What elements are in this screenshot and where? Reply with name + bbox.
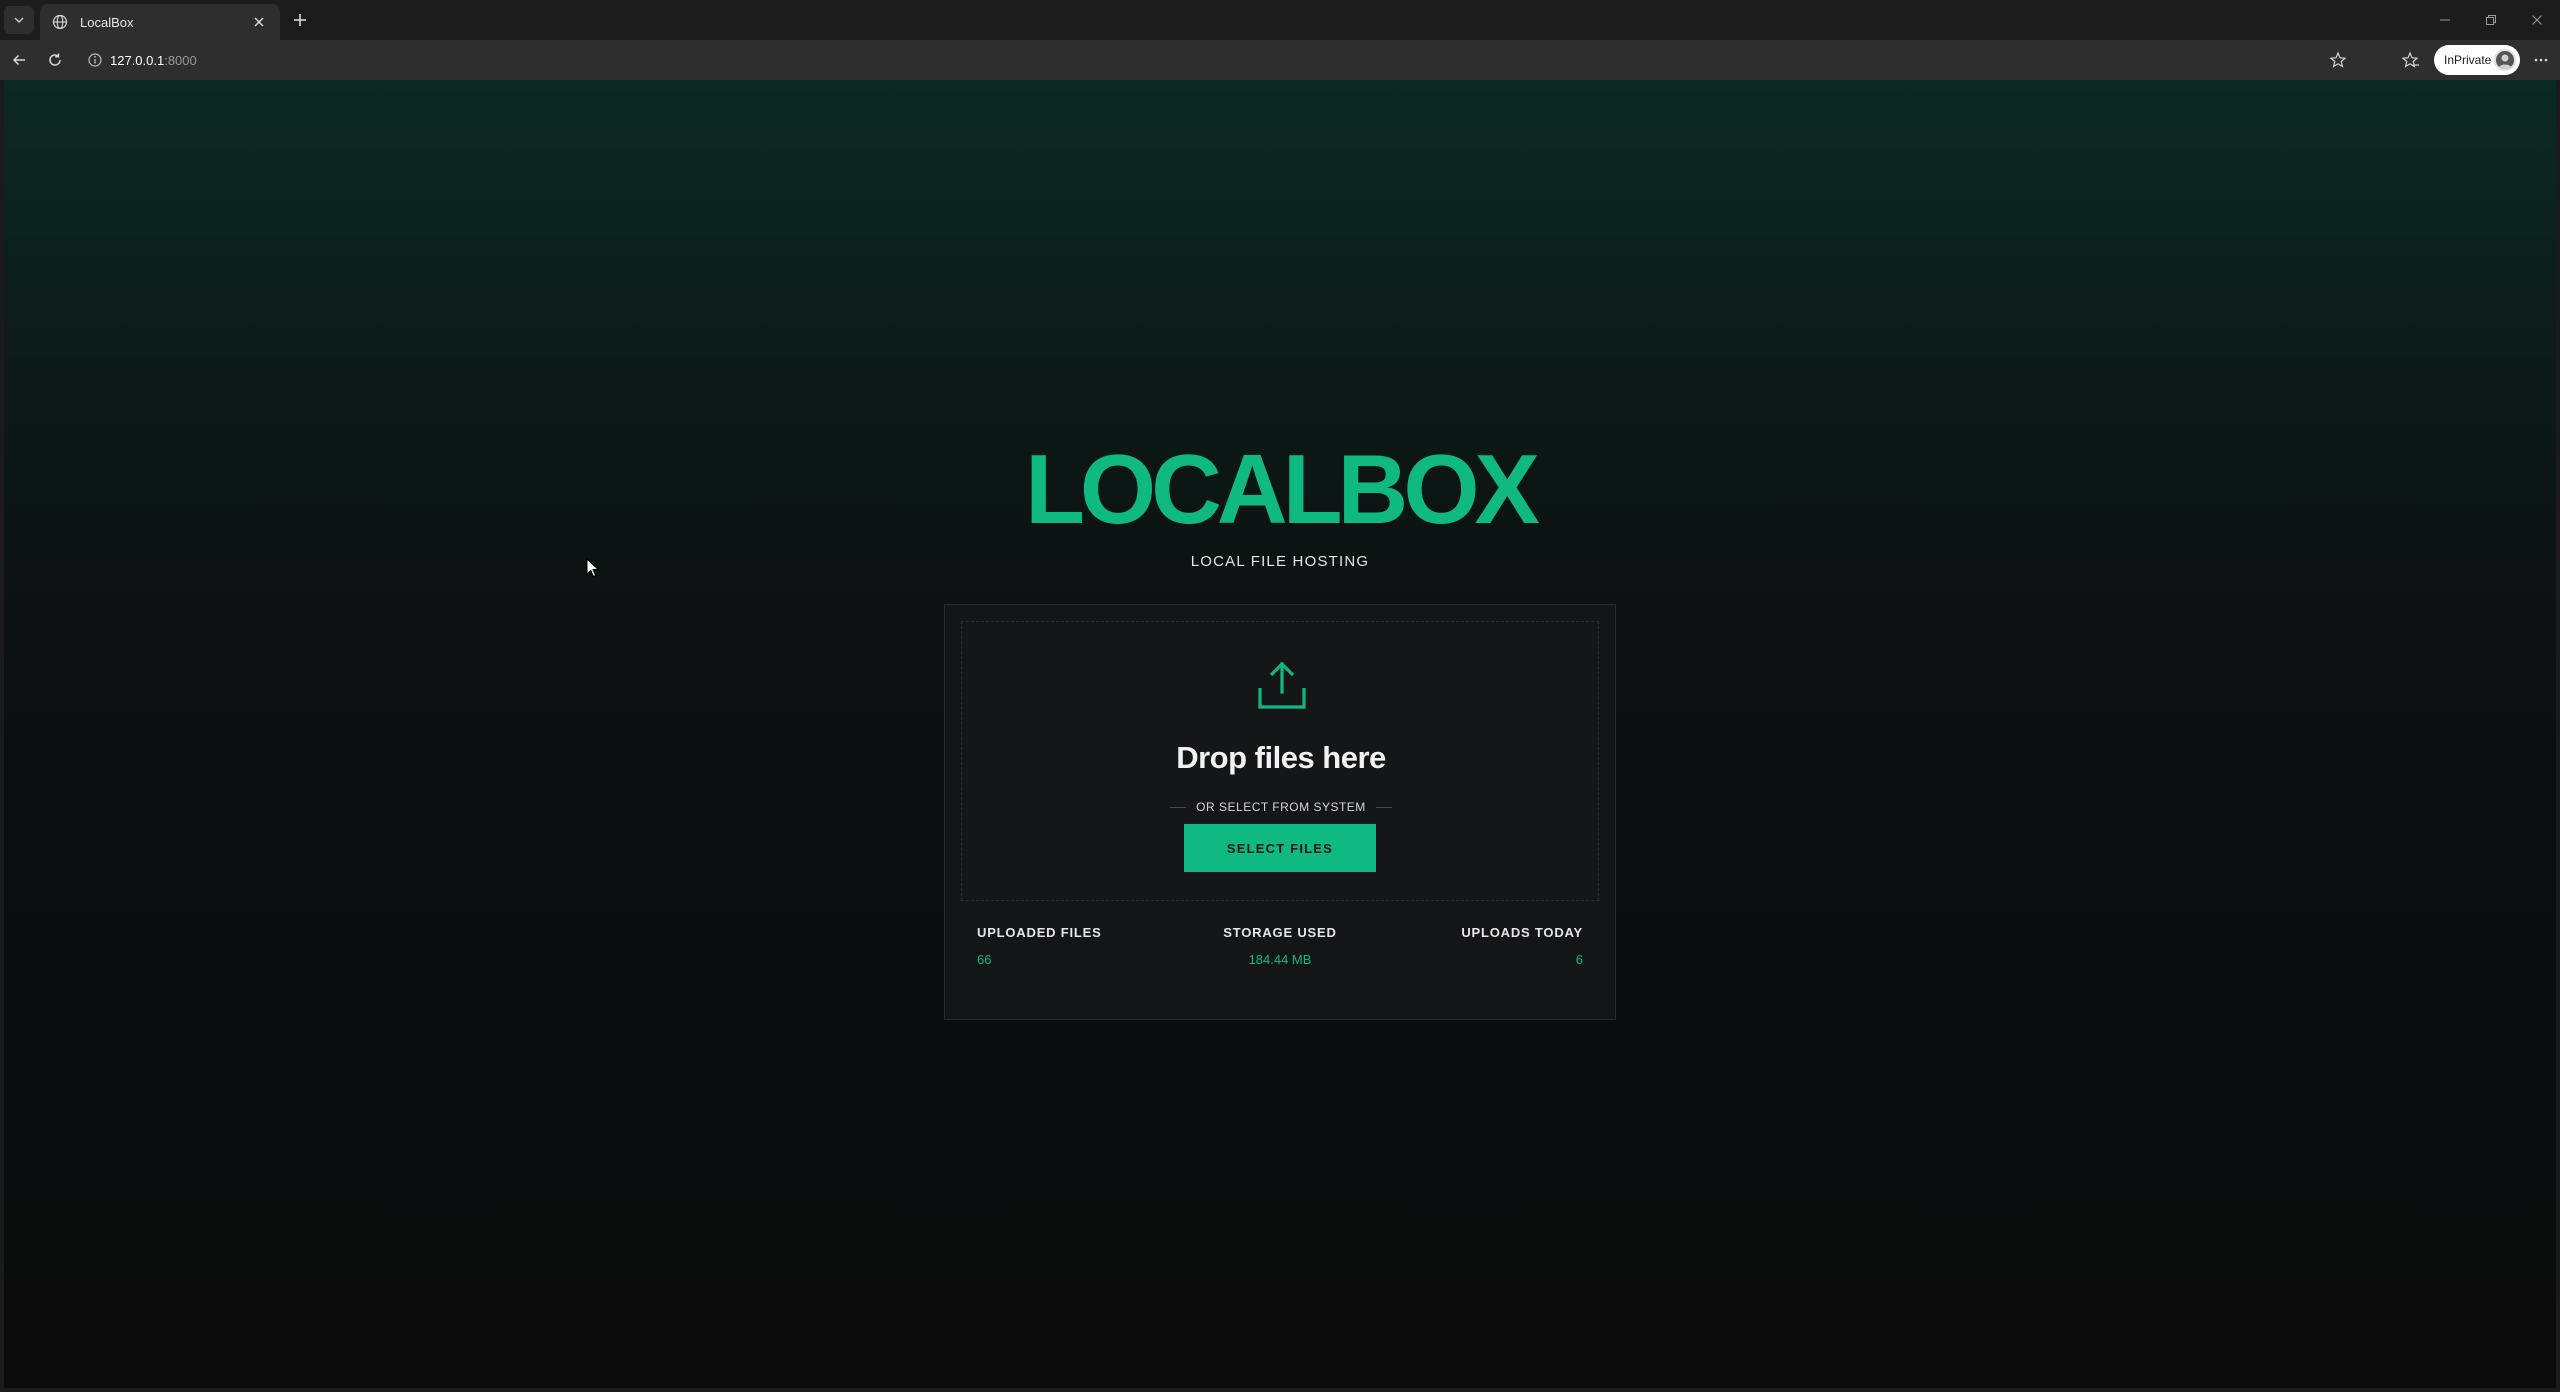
globe-icon (50, 12, 70, 32)
restore-button[interactable] (2468, 0, 2514, 40)
favorite-star-icon[interactable] (2320, 44, 2356, 76)
more-dots-icon (2534, 58, 2548, 62)
inprivate-label: InPrivate (2444, 53, 2492, 67)
page-viewport: LOCALBOX LOCAL FILE HOSTING Drop files h… (4, 80, 2556, 1388)
address-bar-actions (2320, 44, 2356, 76)
refresh-icon (49, 53, 61, 66)
minimize-button[interactable] (2422, 0, 2468, 40)
refresh-button[interactable] (40, 46, 70, 74)
plus-icon (294, 14, 306, 26)
inprivate-profile-button[interactable]: InPrivate (2434, 45, 2520, 75)
stat-uploads-today: UPLOADS TODAY 6 (1461, 925, 1583, 967)
settings-more-button[interactable] (2526, 46, 2556, 74)
minimize-icon (2440, 19, 2450, 21)
url-host: 127.0.0.1 (110, 52, 165, 68)
new-tab-button[interactable] (286, 6, 314, 34)
mouse-cursor-icon (586, 558, 600, 578)
url-port: :8000 (164, 52, 197, 68)
favorites-button[interactable] (2396, 46, 2426, 74)
address-bar[interactable]: 127.0.0.1:8000 (76, 44, 2356, 76)
window-controls (2422, 0, 2560, 40)
chevron-down-icon (14, 17, 24, 23)
upload-icon (1258, 661, 1306, 709)
tab-actions-menu-button[interactable] (4, 6, 34, 34)
upload-card: Drop files here OR SELECT FROM SYSTEM SE… (944, 604, 1616, 1020)
divider-text: OR SELECT FROM SYSTEM (1196, 800, 1366, 814)
dropzone-title: Drop files here (1176, 740, 1386, 775)
browser-toolbar: 127.0.0.1:8000 InPrivate (0, 40, 2560, 80)
browser-tab-active[interactable]: LocalBox (40, 4, 280, 40)
restore-icon (2486, 15, 2496, 25)
dropzone-divider: OR SELECT FROM SYSTEM (962, 800, 1600, 814)
back-button[interactable] (4, 46, 34, 74)
brand-logo-title: LOCALBOX (1025, 434, 1540, 544)
tab-title: LocalBox (80, 14, 134, 30)
stats-row: UPLOADED FILES 66 STORAGE USED 184.44 MB… (977, 925, 1583, 985)
avatar (2494, 49, 2516, 71)
url-text: 127.0.0.1:8000 (110, 53, 197, 68)
file-dropzone[interactable]: Drop files here OR SELECT FROM SYSTEM SE… (961, 621, 1599, 901)
stat-value: 6 (1575, 952, 1583, 967)
close-window-button[interactable] (2514, 0, 2560, 40)
site-info-icon[interactable] (80, 45, 110, 75)
divider-line-right (1375, 806, 1392, 808)
close-icon (2532, 15, 2542, 25)
divider-line-left (1170, 806, 1187, 808)
favorites-star-list-icon (2402, 51, 2419, 68)
browser-tab-bar: LocalBox (0, 0, 2560, 40)
close-tab-icon[interactable] (248, 11, 270, 33)
brand-tagline: LOCAL FILE HOSTING (1190, 553, 1370, 570)
back-arrow-icon (12, 54, 25, 66)
select-files-button[interactable]: SELECT FILES (1184, 824, 1376, 872)
stat-label: UPLOADS TODAY (1461, 925, 1583, 940)
